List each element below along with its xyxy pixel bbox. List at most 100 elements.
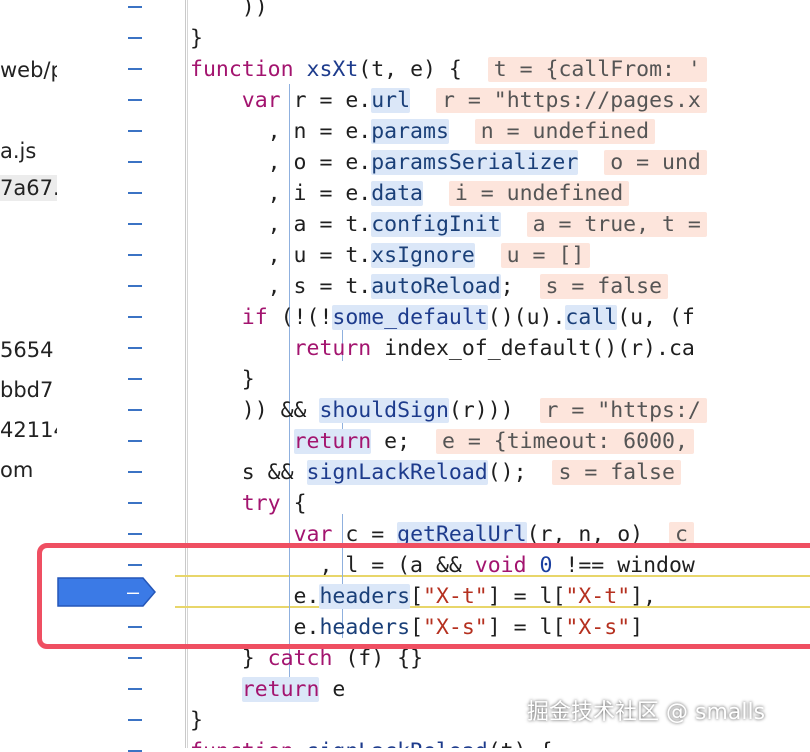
code-token: , o = e.: [190, 150, 372, 175]
code-token: r = e.: [280, 88, 372, 113]
code-line: }: [190, 23, 203, 54]
code-token: (f) {}: [332, 646, 424, 671]
file-item[interactable]: bbd7: [0, 377, 53, 403]
code-line: , u = t.xsIgnore u = []: [190, 240, 591, 271]
code-token: (u, (f: [617, 305, 695, 330]
code-line: , s = t.autoReload; s = false: [190, 271, 669, 302]
code-token: xsXt: [306, 57, 359, 82]
code-line: function signLackReload(t) {: [190, 736, 552, 748]
code-token: u = []: [500, 243, 591, 268]
code-token: try: [241, 491, 281, 516]
file-item[interactable]: 42114: [0, 417, 57, 443]
breakpoint-slot[interactable]: [128, 37, 142, 39]
breakpoint-slot[interactable]: [128, 719, 142, 721]
code-token: signLackReload: [306, 460, 488, 485]
file-item-selected[interactable]: 7a67.: [0, 175, 57, 201]
code-line: return e; e = {timeout: 6000,: [190, 426, 694, 457]
code-token: )): [190, 0, 268, 20]
breakpoint-slot[interactable]: [128, 68, 142, 70]
code-token: data: [371, 181, 423, 206]
file-item[interactable]: web/p: [0, 57, 57, 83]
breakpoint-slot[interactable]: [128, 6, 142, 8]
code-token: url: [371, 88, 411, 113]
file-item[interactable]: a.js: [0, 138, 36, 164]
code-token: }: [190, 708, 203, 733]
code-token: function: [190, 57, 294, 82]
code-token: some_default: [332, 305, 488, 330]
breakpoint-slot[interactable]: [128, 502, 142, 504]
code-token: {: [280, 491, 307, 516]
breakpoint-slot[interactable]: [128, 657, 142, 659]
breakpoint-slot[interactable]: [128, 440, 142, 442]
code-token: params: [371, 119, 449, 144]
code-token: s = false: [552, 460, 681, 485]
breakpoint-slot[interactable]: [128, 285, 142, 287]
code-token: xsIgnore: [371, 243, 475, 268]
code-line: try {: [190, 488, 307, 519]
code-token: e = {timeout: 6000,: [435, 429, 694, 454]
code-token: catch: [267, 646, 333, 671]
code-token: , a = t.: [190, 212, 372, 237]
code-token: )) &&: [190, 398, 320, 423]
code-token: , s = t.: [190, 274, 372, 299]
breakpoint-slot[interactable]: [128, 378, 142, 380]
file-item[interactable]: 5654: [0, 337, 53, 363]
code-line: s && signLackReload(); s = false: [190, 457, 681, 488]
code-line: , n = e.params n = undefined: [190, 116, 656, 147]
code-token: call: [565, 305, 618, 330]
code-token: ;: [500, 274, 540, 299]
breakpoint-slot[interactable]: [128, 316, 142, 318]
code-token: a = true, t =: [526, 212, 707, 237]
breakpoint-slot[interactable]: [128, 533, 142, 535]
code-token: autoReload: [371, 274, 501, 299]
code-line: var r = e.url r = "https://pages.x: [190, 85, 707, 116]
code-token: (r))): [448, 398, 540, 423]
breakpoint-slot[interactable]: [128, 347, 142, 349]
breakpoint-slot[interactable]: [128, 99, 142, 101]
code-token: r = "https://pages.x: [435, 88, 707, 113]
code-token: (t) {: [488, 739, 553, 748]
file-item[interactable]: om: [0, 457, 33, 483]
code-token: n = undefined: [474, 119, 656, 144]
code-line: )): [190, 0, 268, 23]
breakpoint-slot[interactable]: [128, 254, 142, 256]
breakpoint-slot[interactable]: [128, 688, 142, 690]
breakpoint-slot[interactable]: [128, 161, 142, 163]
code-token: ();: [487, 460, 553, 485]
code-token: return: [293, 336, 372, 361]
code-token: , i = e.: [190, 181, 372, 206]
code-line: }: [190, 364, 255, 395]
code-token: (!(!: [267, 305, 333, 330]
code-token: return: [293, 429, 372, 454]
code-token: (t, e) {: [358, 57, 488, 82]
highlight-annotation-box: [37, 543, 810, 649]
code-token: s &&: [190, 460, 307, 485]
code-token: o = und: [604, 150, 707, 175]
code-line: return index_of_default()(r).ca: [190, 333, 695, 364]
breakpoint-slot[interactable]: [128, 409, 142, 411]
code-token: t = {callFrom: ': [487, 57, 707, 82]
code-token: ()(u).: [487, 305, 566, 330]
breakpoint-slot[interactable]: [128, 471, 142, 473]
code-token: }: [190, 367, 255, 392]
watermark: 掘金技术社区 @ smalls: [527, 700, 766, 725]
code-token: index_of_default()(r).ca: [371, 336, 695, 361]
code-line: if (!(!some_default()(u).call(u, (f: [190, 302, 695, 333]
code-token: return: [241, 677, 320, 702]
code-token: , n = e.: [190, 119, 372, 144]
code-token: i = undefined: [448, 181, 630, 206]
code-token: function: [190, 739, 294, 748]
breakpoint-slot[interactable]: [128, 192, 142, 194]
breakpoint-slot[interactable]: [128, 223, 142, 225]
breakpoint-slot[interactable]: [128, 130, 142, 132]
